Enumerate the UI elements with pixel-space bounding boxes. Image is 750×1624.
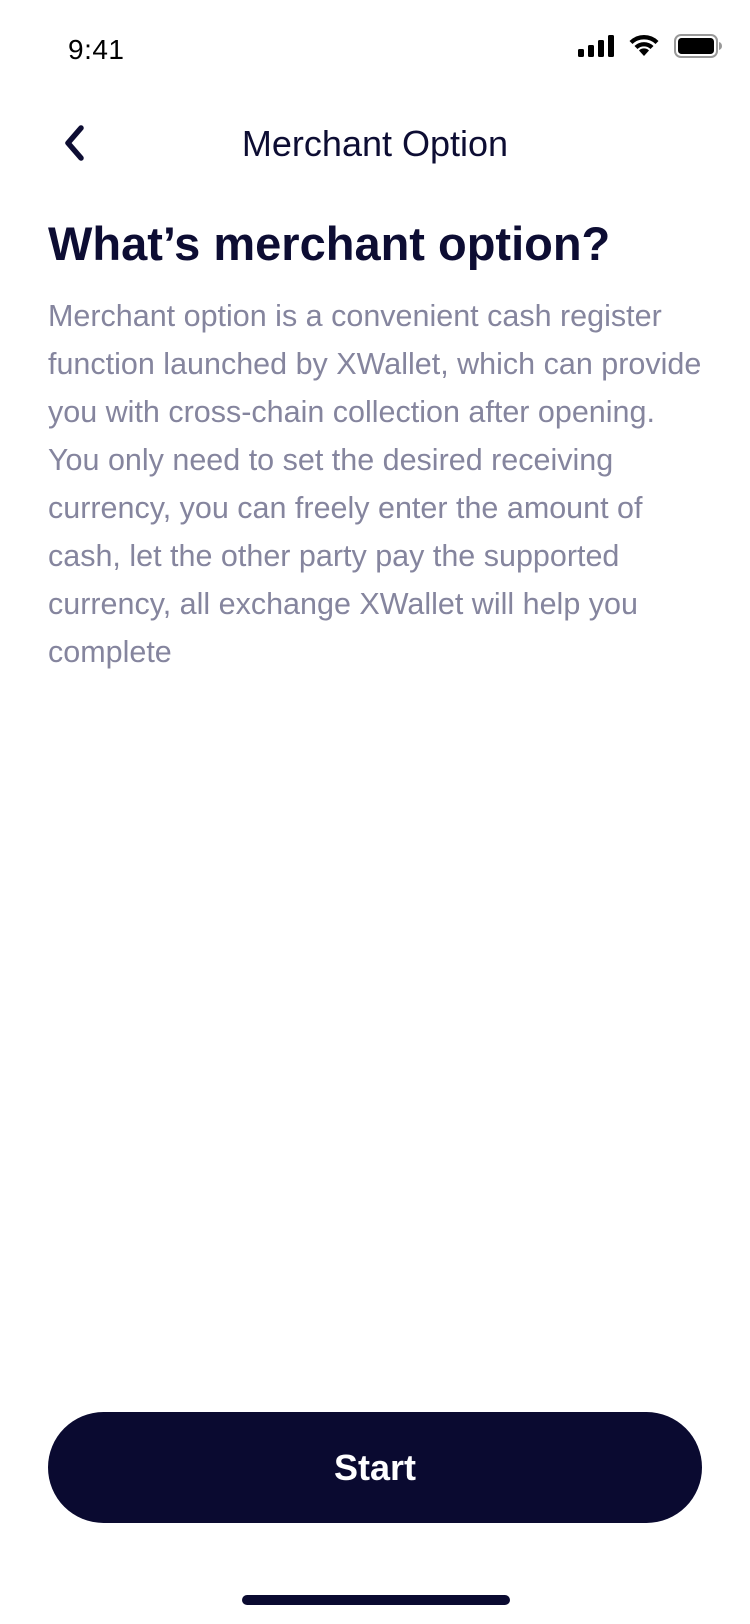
navigation-bar: Merchant Option xyxy=(0,105,750,185)
page-title: Merchant Option xyxy=(241,123,509,164)
home-indicator xyxy=(242,1595,510,1605)
wifi-icon xyxy=(628,34,660,63)
status-icons xyxy=(578,34,722,63)
description-text: Merchant option is a convenient cash reg… xyxy=(48,299,702,669)
battery-icon xyxy=(674,34,722,63)
status-time: 9:41 xyxy=(68,34,125,65)
section-heading: What’s merchant option? xyxy=(48,217,611,270)
start-button[interactable]: Start xyxy=(48,1412,702,1523)
cellular-signal-icon xyxy=(578,35,614,62)
status-bar: 9:41 xyxy=(0,0,750,100)
